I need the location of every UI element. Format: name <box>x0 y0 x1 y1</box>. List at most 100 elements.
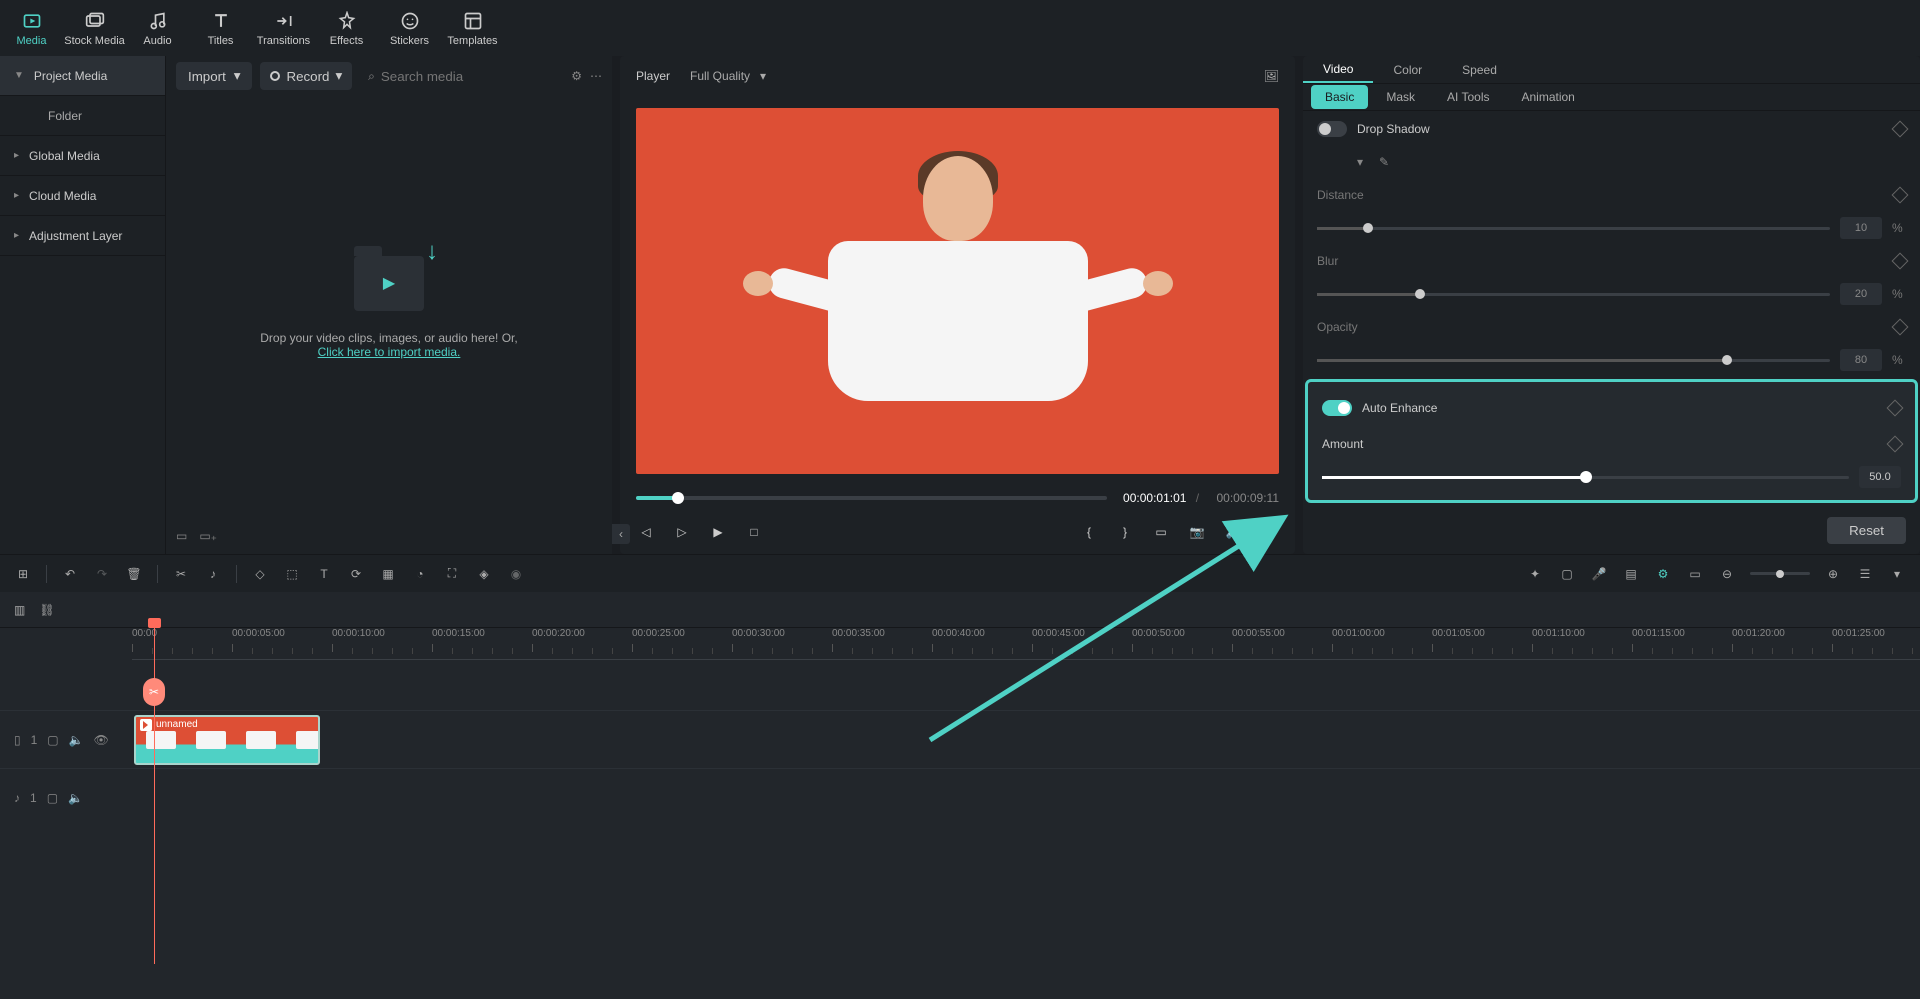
reset-button[interactable]: Reset <box>1827 517 1906 544</box>
track-mute-icon[interactable]: 🔈 <box>69 733 84 747</box>
chevron-down-icon[interactable]: ▾ <box>1888 567 1906 581</box>
media-drop-zone[interactable]: ↓ ▶ Drop your video clips, images, or au… <box>166 96 612 518</box>
timeline-ruler[interactable]: 00:0000:00:05:0000:00:10:0000:00:15:0000… <box>132 628 1920 660</box>
blur-slider[interactable] <box>1317 293 1830 296</box>
prop-tab-speed[interactable]: Speed <box>1442 56 1517 83</box>
nav-folder[interactable]: Folder <box>0 96 165 136</box>
tab-titles[interactable]: Titles <box>189 0 252 56</box>
track-body[interactable]: unnamed <box>132 711 1920 768</box>
timeline-mode-icon[interactable]: ▥ <box>14 603 25 617</box>
subtab-mask[interactable]: Mask <box>1372 85 1429 109</box>
search-input[interactable] <box>381 69 563 84</box>
mark-out-button[interactable]: } <box>1115 522 1135 542</box>
playhead[interactable]: ✂ <box>154 624 155 964</box>
slider-thumb[interactable] <box>1415 289 1425 299</box>
more-icon[interactable]: ⋯ <box>590 69 602 83</box>
tag-icon[interactable]: ◇ <box>251 567 269 581</box>
tab-effects[interactable]: Effects <box>315 0 378 56</box>
view-options-icon[interactable]: ☰ <box>1856 567 1874 581</box>
snapshot-button[interactable]: 📷 <box>1187 522 1207 542</box>
mixer-icon[interactable]: ⚙ <box>1654 567 1672 581</box>
opacity-slider[interactable] <box>1317 359 1830 362</box>
marker-icon[interactable]: ✦ <box>1526 567 1544 581</box>
distance-value[interactable]: 10 <box>1840 217 1882 239</box>
mic-icon[interactable]: 🎤 <box>1590 567 1608 581</box>
fit-icon[interactable]: ⛶ <box>443 566 461 581</box>
play-button[interactable]: ▶ <box>708 522 728 542</box>
track-body[interactable] <box>132 769 1920 826</box>
color-chevron-icon[interactable]: ▾ <box>1357 155 1363 169</box>
keyframe-button[interactable] <box>1887 436 1904 453</box>
player-scrubber[interactable] <box>636 496 1107 500</box>
tab-audio[interactable]: Audio <box>126 0 189 56</box>
crop-button[interactable]: ⬚ <box>283 567 301 581</box>
subtab-ai-tools[interactable]: AI Tools <box>1433 85 1503 109</box>
folder-icon-small[interactable]: ▭ <box>176 529 187 543</box>
prop-tab-video[interactable]: Video <box>1303 56 1373 83</box>
display-icon[interactable]: ▭ <box>1151 522 1171 542</box>
prev-frame-button[interactable]: ◁ <box>636 522 656 542</box>
keyframe-button[interactable] <box>1892 121 1909 138</box>
stop-button[interactable]: □ <box>744 522 764 542</box>
amount-slider[interactable] <box>1322 476 1849 479</box>
filter-icon[interactable]: ⚙ <box>571 69 582 83</box>
mark-in-button[interactable]: { <box>1079 522 1099 542</box>
tab-stickers[interactable]: Stickers <box>378 0 441 56</box>
zoom-in-button[interactable]: ⊕ <box>1824 567 1842 581</box>
track-lock-icon[interactable]: ▢ <box>47 791 58 805</box>
slider-thumb[interactable] <box>1580 471 1592 483</box>
nav-adjustment-layer[interactable]: ▸Adjustment Layer <box>0 216 165 256</box>
undo-button[interactable]: ↶ <box>61 567 79 581</box>
fullscreen-button[interactable]: ⛶ <box>1259 522 1279 542</box>
grid-icon[interactable]: ⊞ <box>14 567 32 581</box>
eyedropper-icon[interactable]: ✎ <box>1379 155 1389 169</box>
collapse-panel-button[interactable]: ‹ <box>612 524 630 544</box>
timer-icon[interactable]: ◔ <box>411 567 429 581</box>
slider-thumb[interactable] <box>1722 355 1732 365</box>
slider-thumb[interactable] <box>1363 223 1373 233</box>
new-folder-icon[interactable]: ▭₊ <box>199 529 217 543</box>
caption-icon[interactable]: ▭ <box>1686 567 1704 581</box>
volume-button[interactable]: 🔊 <box>1223 522 1243 542</box>
keyframe-button[interactable] <box>1892 187 1909 204</box>
snapshot-preview-icon[interactable]: 🖼 <box>1264 69 1279 83</box>
scrubber-thumb[interactable] <box>672 492 684 504</box>
track-mute-icon[interactable]: 🔈 <box>68 791 83 805</box>
tab-transitions[interactable]: Transitions <box>252 0 315 56</box>
play-pause-button[interactable]: ▷ <box>672 522 692 542</box>
track-visible-icon[interactable]: 👁 <box>94 733 109 747</box>
video-clip[interactable]: unnamed <box>134 715 320 765</box>
import-link[interactable]: Click here to import media. <box>318 345 461 359</box>
tab-stock-media[interactable]: Stock Media <box>63 0 126 56</box>
text-icon[interactable]: T <box>315 567 333 581</box>
cut-button[interactable]: ✂ <box>172 567 190 581</box>
speed-icon[interactable]: ⟳ <box>347 567 365 581</box>
delete-button[interactable]: 🗑 <box>125 567 143 581</box>
tab-media[interactable]: Media <box>0 0 63 56</box>
prop-tab-color[interactable]: Color <box>1373 56 1442 83</box>
list-icon[interactable]: ▤ <box>1622 567 1640 581</box>
keyframe-icon[interactable]: ◈ <box>475 567 493 581</box>
import-button[interactable]: Import▾ <box>176 62 252 90</box>
nav-cloud-media[interactable]: ▸Cloud Media <box>0 176 165 216</box>
auto-enhance-toggle[interactable] <box>1322 400 1352 416</box>
zoom-out-button[interactable]: ⊖ <box>1718 567 1736 581</box>
record-button[interactable]: Record▾ <box>260 62 352 90</box>
nav-global-media[interactable]: ▸Global Media <box>0 136 165 176</box>
video-preview[interactable] <box>636 108 1279 474</box>
music-icon[interactable]: ♪ <box>204 567 222 581</box>
distance-slider[interactable] <box>1317 227 1830 230</box>
razor-icon[interactable]: ✂ <box>143 678 165 706</box>
tab-templates[interactable]: Templates <box>441 0 504 56</box>
track-lock-icon[interactable]: ▢ <box>47 733 58 747</box>
keyframe-button[interactable] <box>1892 253 1909 270</box>
quality-dropdown[interactable]: Full Quality▾ <box>690 69 766 83</box>
shield-icon[interactable]: ▢ <box>1558 567 1576 581</box>
subtab-animation[interactable]: Animation <box>1507 85 1588 109</box>
drop-shadow-toggle[interactable] <box>1317 121 1347 137</box>
redo-button[interactable]: ↷ <box>93 567 111 581</box>
render-icon[interactable]: ◉ <box>507 567 525 581</box>
color-icon[interactable]: ▦ <box>379 567 397 581</box>
keyframe-button[interactable] <box>1887 400 1904 417</box>
subtab-basic[interactable]: Basic <box>1311 85 1368 109</box>
